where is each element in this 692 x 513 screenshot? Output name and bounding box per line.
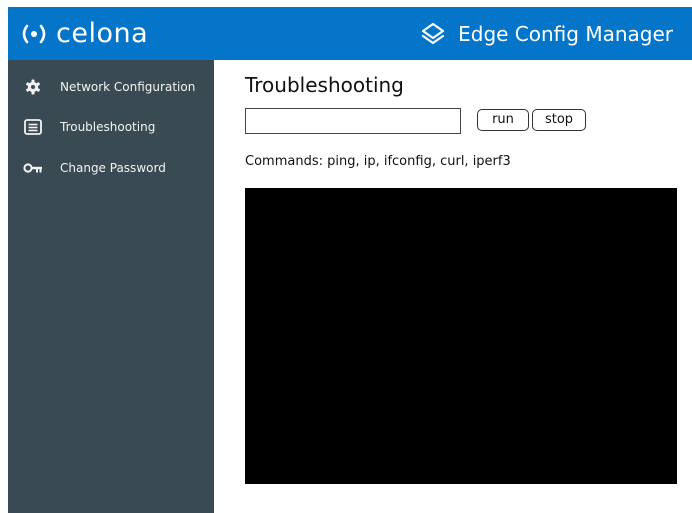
sidebar-item-label: Troubleshooting — [60, 120, 156, 134]
stop-button[interactable]: stop — [532, 109, 586, 131]
key-icon — [23, 158, 43, 178]
brand-logo[interactable]: celona — [20, 7, 148, 60]
sidebar: Network Configuration Troubleshooting Ch… — [8, 60, 214, 513]
sidebar-item-label: Network Configuration — [60, 80, 196, 94]
command-input[interactable] — [245, 108, 461, 134]
signal-broadcast-icon — [22, 24, 46, 43]
sidebar-item-troubleshooting[interactable]: Troubleshooting — [8, 109, 214, 145]
sidebar-item-change-password[interactable]: Change Password — [8, 150, 214, 186]
layers-icon — [422, 22, 445, 44]
app-header: celona Edge Config Manager — [8, 7, 692, 60]
sidebar-item-label: Change Password — [60, 161, 166, 175]
page-title: Troubleshooting — [245, 73, 404, 97]
sidebar-item-network-configuration[interactable]: Network Configuration — [8, 69, 214, 105]
terminal-output[interactable] — [245, 188, 677, 484]
app-title: Edge Config Manager — [458, 21, 673, 46]
terminal-list-icon — [23, 117, 43, 137]
available-commands-text: Commands: ping, ip, ifconfig, curl, iper… — [245, 154, 511, 169]
run-button[interactable]: run — [477, 109, 529, 131]
brand-name: celona — [56, 18, 149, 49]
app-title-group: Edge Config Manager — [420, 7, 673, 60]
gear-icon — [23, 77, 43, 97]
